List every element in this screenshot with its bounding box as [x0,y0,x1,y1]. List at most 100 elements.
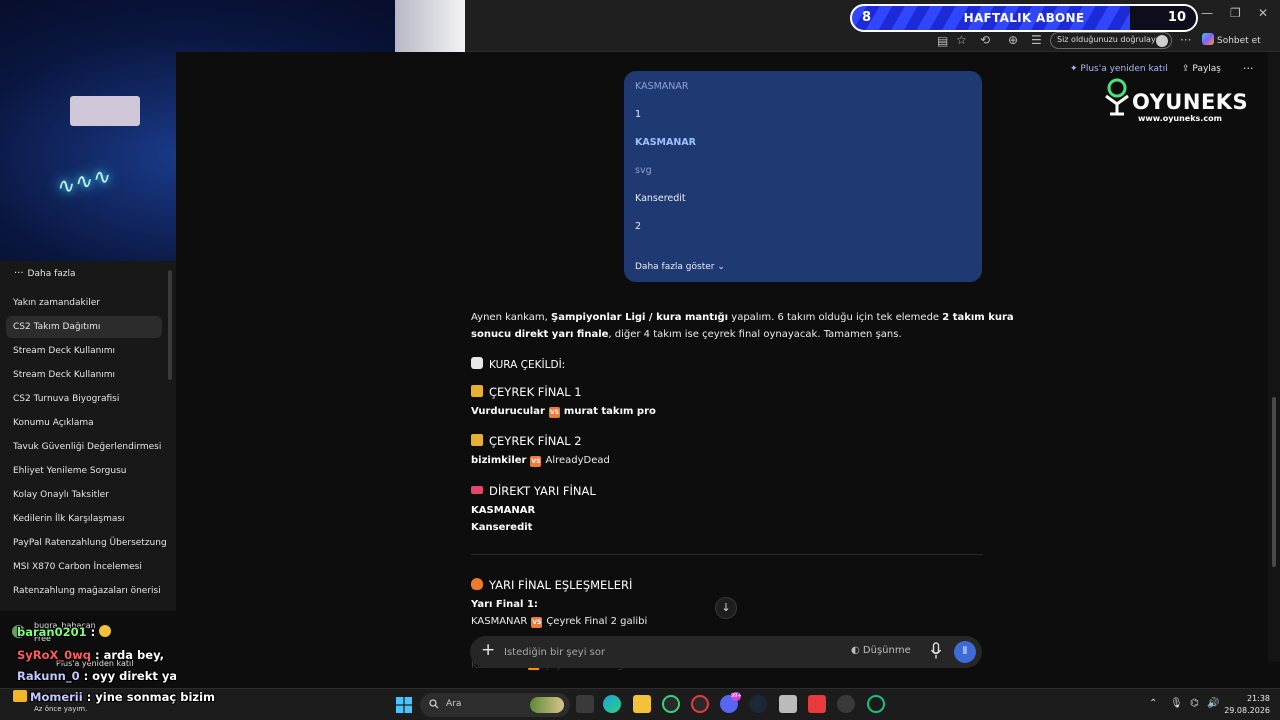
chatgpt-app-icon[interactable] [867,695,885,713]
edge-icon[interactable] [603,695,621,713]
logo-url: www.oyuneks.com [1138,114,1222,123]
chat-history-sidebar: ··· Daha fazla Yakın zamandakiler CS2 Tak… [0,261,176,611]
logo-name: OYUNEKS [1132,90,1249,114]
plus-label: Plus'a yeniden katıl [1080,64,1168,74]
attach-plus-icon[interactable]: + [481,640,495,660]
section-divider [471,554,983,555]
taskbar-search[interactable]: Ara [420,693,570,717]
reply-text: yapalım. 6 takım olduğu için tek elemede [728,312,943,323]
anydesk-icon[interactable] [808,695,826,713]
team-name: Kanseredit [471,522,533,533]
vs-icon: VS [531,617,543,628]
sidebar-item[interactable]: PayPal Ratenzahlung Übersetzung [6,532,167,554]
share-button[interactable]: ⇪ Paylaş [1182,64,1221,74]
chat-username: SyRoX_0wq [17,648,92,662]
goal-target: 10 [1167,10,1186,25]
team-name: murat takım pro [563,406,656,417]
waveform-icon: ⦀ [962,646,968,657]
reply-text: Aynen kankam, [471,312,552,323]
neon-sign: ∿∿∿ [52,163,113,202]
copilot-chat-button[interactable]: Sohbet et [1202,33,1261,46]
tray-overflow-icon[interactable]: ⌃ [1149,698,1157,709]
conversation-menu-icon[interactable]: ··· [1243,62,1254,75]
extensions-icon[interactable]: ⟲ [980,33,990,47]
trophy-icon [471,434,483,446]
show-more-button[interactable]: Daha fazla göster ⌄ [635,262,725,272]
trophy-icon [471,385,483,397]
sidebar-item[interactable]: Kolay Onaylı Taksitler [6,484,162,506]
goal-label: HAFTALIK ABONE [963,11,1085,25]
user-message-line: KASMANAR [635,137,696,148]
voice-mode-button[interactable]: ⦀ [954,641,976,663]
dice-icon [471,357,483,369]
oyuneks-mascot-icon [1105,78,1129,116]
network-icon[interactable]: ⌬ [1190,698,1199,709]
tray-mic-icon[interactable]: 🎙 [1170,698,1183,709]
sidebar-item[interactable]: Konumu Açıklama [6,412,162,434]
reply-bold: Şampiyonlar Ligi / kura mantığı [551,312,729,323]
user-message-line: 2 [635,221,642,232]
main-scrollbar-thumb[interactable] [1272,397,1276,567]
verify-identity-button[interactable]: Siz olduğunuzu doğrulayın [1050,32,1172,49]
microphone-icon[interactable] [930,642,942,660]
chat-message: SyRoX_0wq : arda bey, [17,648,164,662]
qf1-heading: ÇEYREK FİNAL 1 [471,385,582,399]
more-button[interactable]: ··· Daha fazla [14,268,76,279]
qf2-match: bizimkiler VS AlreadyDead [471,455,610,467]
heading-text: DİREKT YARI FİNAL [489,484,596,498]
copilot-icon [1202,33,1214,45]
file-explorer-icon[interactable] [633,695,651,713]
clock-date[interactable]: 29.08.2026 [1224,706,1270,715]
steam-icon[interactable] [749,695,767,713]
reader-icon[interactable]: ▤ [937,34,948,48]
oyuneks-logo: OYUNEKS www.oyuneks.com [1102,78,1248,128]
main-scrollbar[interactable] [1268,52,1280,662]
user-message-line: 1 [635,109,642,120]
sidebar-item[interactable]: Kedilerin İlk Karşılaşması [6,508,162,530]
direct-team: Kanseredit [471,522,532,533]
sidebar-item[interactable]: Tavuk Güvenliği Değerlendirmesi [6,436,162,458]
direct-semifinal-heading: DİREKT YARI FİNAL [471,484,596,498]
semifinal-heading: YARI FİNAL EŞLEŞMELERİ [471,578,632,592]
favorite-icon[interactable]: ☆ [956,33,967,47]
calculator-icon[interactable] [779,695,797,713]
recent-section-title: Yakın zamandakiler [13,298,100,308]
maximize-icon[interactable]: ❐ [1230,6,1241,20]
chevron-down-icon: ⌄ [717,262,725,272]
sidebar-item[interactable]: CS2 Turnuva Biyografisi [6,388,162,410]
sidebar-item[interactable]: Stream Deck Kullanımı [6,364,162,386]
sidebar-item[interactable]: Stream Deck Kullanımı [6,340,162,362]
volume-icon[interactable]: 🔊 [1207,698,1219,709]
vs-icon: VS [548,407,560,418]
sidebar-item[interactable]: Ehliyet Yenileme Sorgusu [6,460,162,482]
utorrent-icon[interactable] [662,695,680,713]
close-icon[interactable]: ✕ [1258,6,1268,20]
windows-start-icon[interactable] [396,697,412,713]
browser-menu-icon[interactable]: ··· [1180,33,1191,47]
think-toggle-button[interactable]: ◐ Düşünme [851,645,911,656]
sidebar-item[interactable]: Ratenzahlung mağazaları önerisi [6,580,162,602]
prompt-input[interactable] [504,644,804,660]
sparkle-icon: ✦ [1070,64,1078,74]
chat-username: Momerii [30,690,83,704]
heading-text: ÇEYREK FİNAL 1 [489,385,582,399]
collections-icon[interactable]: ☰ [1031,33,1042,47]
sidebar-item[interactable]: CS2 Takım Dağıtımı [6,316,162,338]
reply-bold: sonucu direkt yarı finale [471,329,609,340]
vs-icon: VS [530,456,542,467]
browser-ext-icon[interactable]: ⊕ [1008,33,1018,47]
minimize-icon[interactable]: — [1201,6,1213,20]
verify-label: Siz olduğunuzu doğrulayın [1057,35,1163,44]
message-composer: + ◐ Düşünme ⦀ [470,636,982,668]
scroll-to-bottom-button[interactable]: ↓ [715,597,737,619]
rejoin-plus-button[interactable]: ✦ Plus'a yeniden katıl [1070,64,1168,74]
qf1-match: Vurdurucular VS murat takım pro [471,406,656,418]
sidebar-item[interactable]: MSI X870 Carbon İncelemesi [6,556,162,578]
subscriber-goal-bar: 8 HAFTALIK ABONE 10 [850,4,1198,32]
chat-message: baran0201 : [17,625,112,639]
clock-time[interactable]: 21:38 [1232,694,1270,703]
sidebar-scrollbar[interactable] [168,270,172,380]
settings-app-icon[interactable] [837,695,855,713]
task-view-icon[interactable] [576,695,594,713]
red-app-icon[interactable] [691,695,709,713]
